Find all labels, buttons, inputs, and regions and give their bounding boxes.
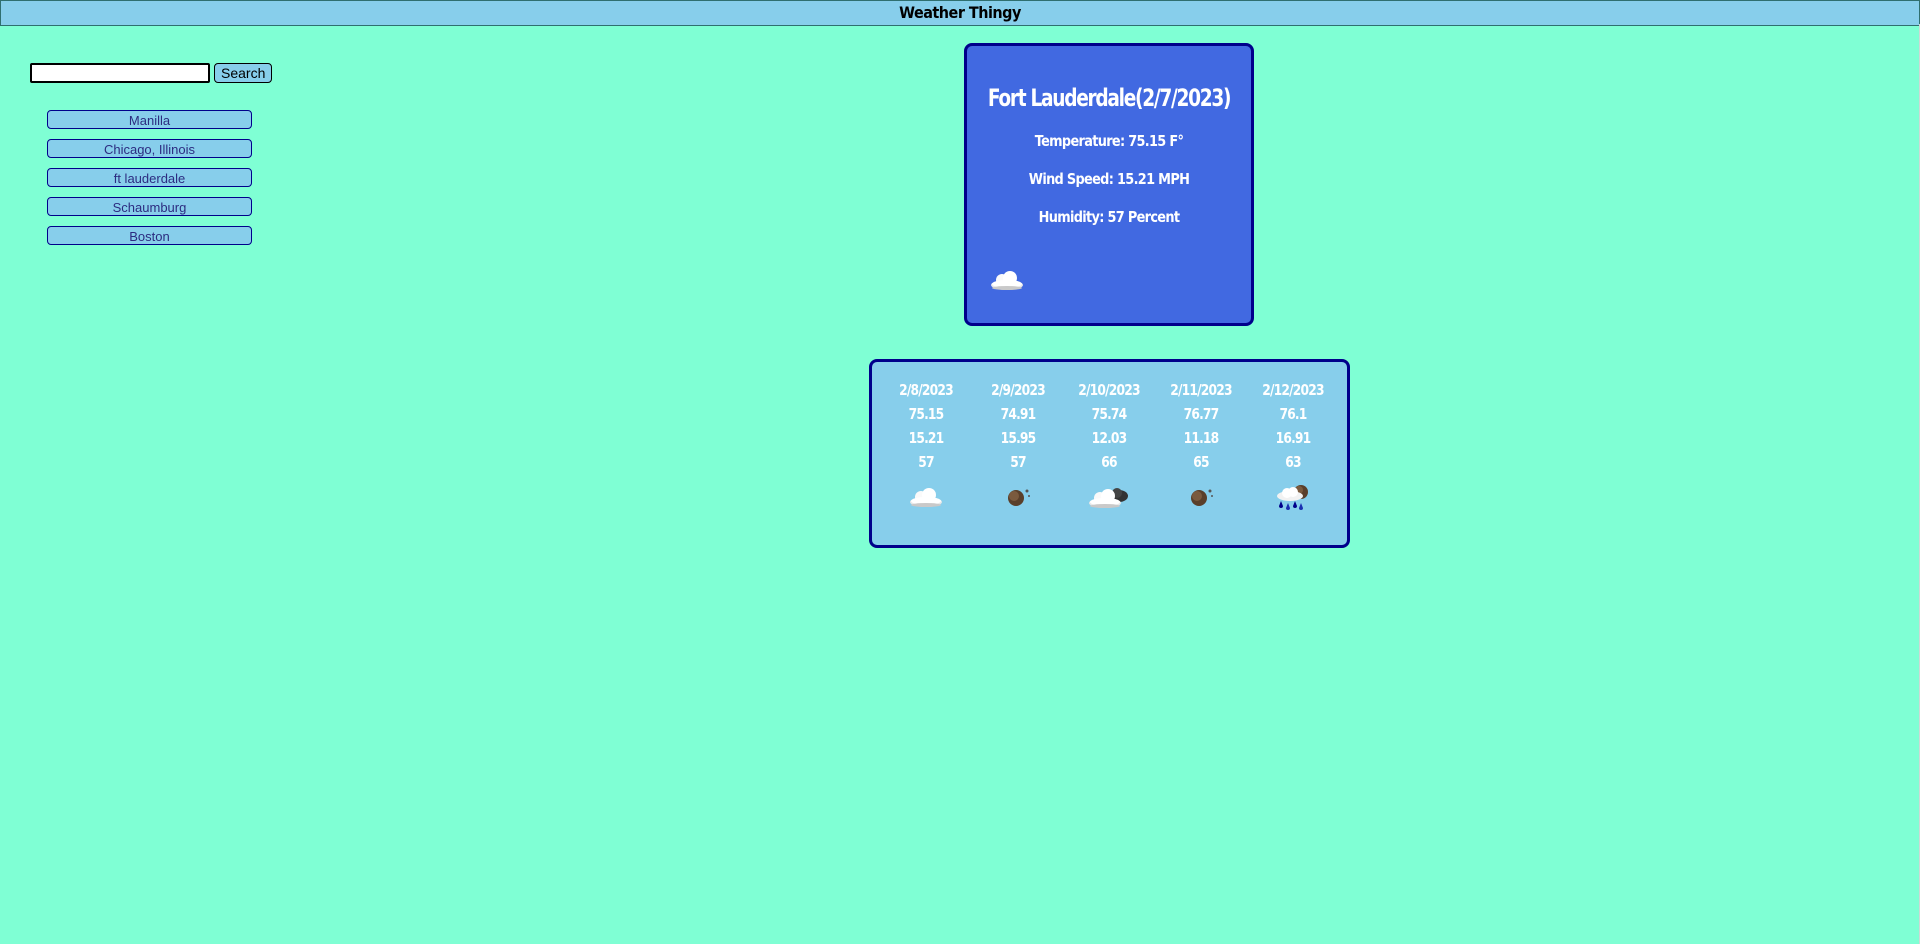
- forecast-wind: 15.21: [908, 429, 944, 447]
- app-header: Weather Thingy: [0, 0, 1920, 26]
- history-item-ft-lauderdale[interactable]: ft lauderdale: [47, 168, 252, 187]
- forecast-temp: 76.1: [1279, 405, 1308, 423]
- forecast-date: 2/10/2023: [1078, 381, 1141, 399]
- forecast-date: 2/12/2023: [1262, 381, 1324, 399]
- forecast-temp: 74.91: [1000, 405, 1036, 423]
- search-button[interactable]: Search: [214, 63, 273, 83]
- search-history: Manilla Chicago, Illinois ft lauderdale …: [47, 110, 252, 255]
- cloud-icon: [881, 482, 971, 512]
- forecast-wind: 11.18: [1183, 429, 1220, 447]
- forecast-humidity: 65: [1193, 453, 1210, 471]
- search-input[interactable]: [30, 63, 210, 83]
- cloud-icon: [989, 268, 1025, 292]
- current-wind-speed: Wind Speed: 15.21 MPH: [1028, 170, 1190, 188]
- forecast-temp: 75.15: [908, 405, 944, 423]
- current-humidity: Humidity: 57 Percent: [1038, 208, 1180, 226]
- history-item-chicago[interactable]: Chicago, Illinois: [47, 139, 252, 158]
- history-item-manilla[interactable]: Manilla: [47, 110, 252, 129]
- forecast-wind: 12.03: [1092, 429, 1128, 447]
- forecast-wind: 15.95: [1000, 429, 1036, 447]
- night-clear-icon: [1156, 482, 1246, 512]
- rain-night-icon: [1248, 482, 1338, 512]
- forecast-temp: 75.74: [1092, 405, 1128, 423]
- forecast-wind: 16.91: [1275, 429, 1312, 447]
- forecast-humidity: 57: [918, 453, 934, 471]
- night-clear-icon: [973, 482, 1063, 512]
- forecast-day: 2/9/2023 74.91 15.95 57: [973, 378, 1063, 545]
- forecast-temp: 76.77: [1183, 405, 1220, 423]
- forecast-humidity: 63: [1285, 453, 1301, 471]
- history-item-schaumburg[interactable]: Schaumburg: [47, 197, 252, 216]
- forecast-date: 2/9/2023: [990, 381, 1046, 399]
- forecast-day: 2/8/2023 75.15 15.21 57: [881, 378, 971, 545]
- forecast-day: 2/11/2023 76.77 11.18 65: [1156, 378, 1246, 545]
- current-city-title: Fort Lauderdale(2/7/2023): [987, 84, 1232, 112]
- cloudy-night-icon: [1064, 482, 1154, 512]
- forecast-day: 2/10/2023 75.74 12.03 66: [1064, 378, 1154, 545]
- current-temperature: Temperature: 75.15 F°: [1034, 132, 1184, 150]
- history-item-boston[interactable]: Boston: [47, 226, 252, 245]
- current-weather-card: Fort Lauderdale(2/7/2023) Temperature: 7…: [964, 43, 1254, 326]
- forecast-card: 2/8/2023 75.15 15.21 57 2/9/2023 74.91 1…: [869, 359, 1350, 548]
- forecast-humidity: 57: [1009, 453, 1026, 471]
- app-title: Weather Thingy: [899, 3, 1021, 22]
- forecast-date: 2/11/2023: [1170, 381, 1233, 399]
- forecast-humidity: 66: [1101, 453, 1118, 471]
- search-bar: Search: [30, 63, 273, 83]
- forecast-day: 2/12/2023 76.1 16.91 63: [1248, 378, 1338, 545]
- forecast-date: 2/8/2023: [898, 381, 954, 399]
